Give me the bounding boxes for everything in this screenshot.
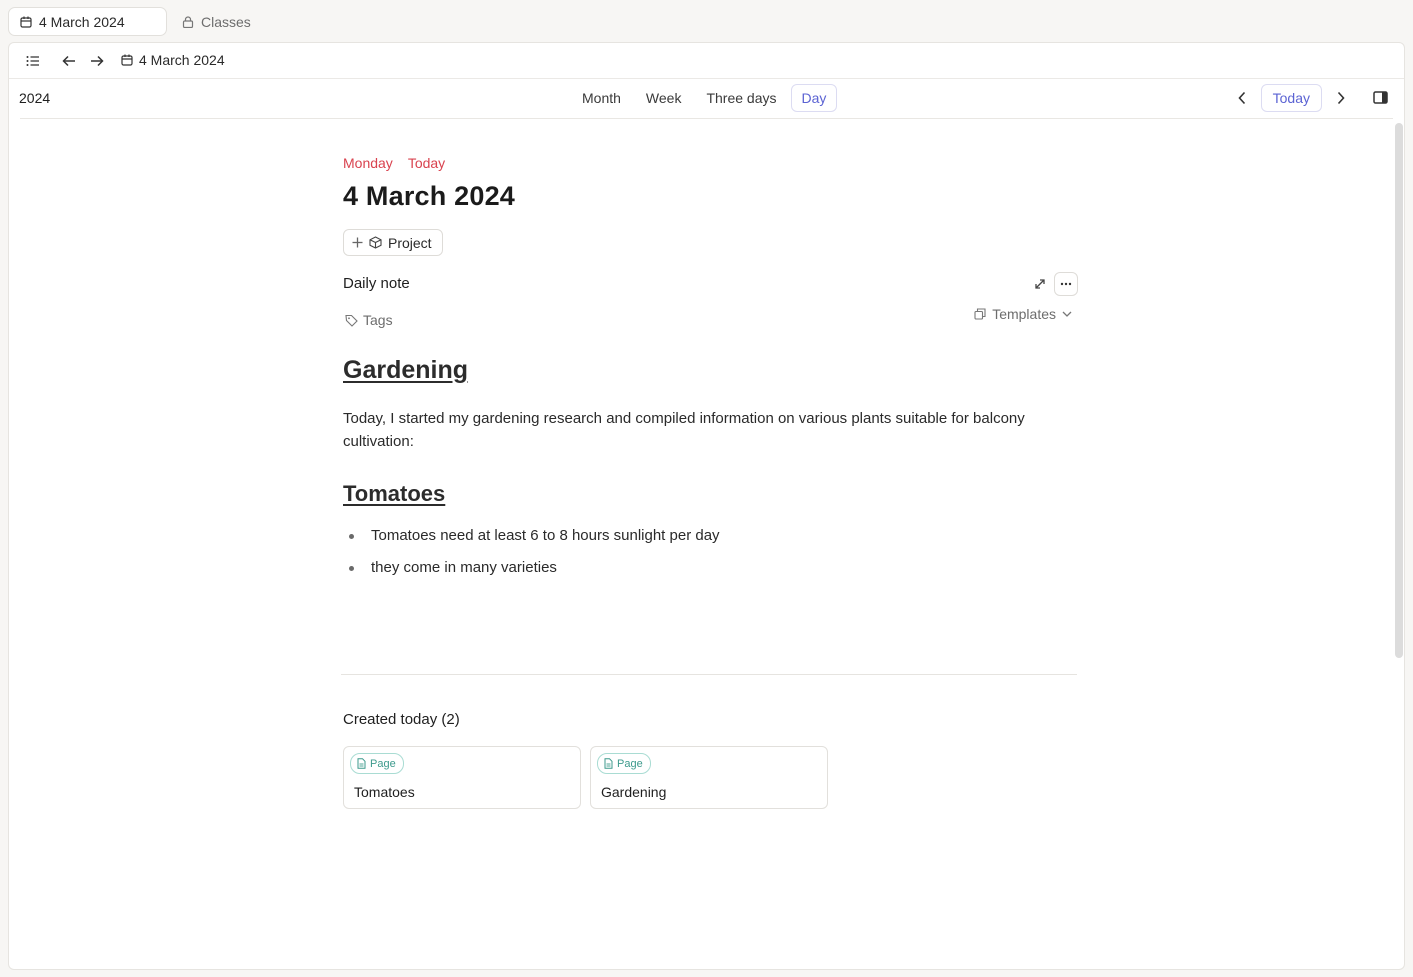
- note-paragraph[interactable]: Today, I started my gardening research a…: [343, 407, 1078, 453]
- tags-label: Tags: [363, 312, 393, 328]
- bullet-list: Tomatoes need at least 6 to 8 hours sunl…: [343, 525, 1078, 579]
- previous-day-button[interactable]: [1229, 84, 1255, 112]
- templates-label: Templates: [992, 306, 1056, 322]
- scrollbar[interactable]: [1395, 123, 1403, 658]
- chevron-right-icon: [1337, 91, 1345, 105]
- calendar-icon: [20, 16, 32, 28]
- note-title: Daily note: [343, 275, 410, 292]
- date-navigation: Today: [1229, 84, 1354, 112]
- project-label: Project: [388, 234, 432, 251]
- ellipsis-icon: [1060, 282, 1072, 286]
- expand-icon: [1034, 278, 1046, 290]
- note-header: Daily note: [343, 272, 1078, 297]
- year-label: 2024: [19, 90, 51, 106]
- tab-label: Classes: [201, 13, 251, 30]
- sidebar-icon: [1373, 91, 1388, 104]
- card-title: Tomatoes: [354, 784, 415, 800]
- templates-icon: [974, 308, 986, 320]
- today-indicator: Today: [407, 155, 446, 171]
- toolbar: 4 March 2024: [9, 43, 1404, 79]
- list-icon: [26, 55, 40, 67]
- page-icon: [357, 758, 366, 769]
- heading-gardening[interactable]: Gardening: [343, 356, 1078, 385]
- badge-label: Page: [617, 757, 643, 770]
- page-card-gardening[interactable]: Page Gardening: [590, 746, 828, 809]
- chevron-left-icon: [1238, 91, 1246, 105]
- page-icon: [604, 758, 613, 769]
- divider: [341, 674, 1077, 675]
- day-header: Monday Today: [343, 155, 1078, 171]
- today-button[interactable]: Today: [1260, 84, 1322, 112]
- more-options-button[interactable]: [1054, 272, 1078, 296]
- view-three-days-button[interactable]: Three days: [695, 84, 787, 112]
- page-badge: Page: [350, 753, 404, 774]
- list-button[interactable]: [23, 52, 43, 70]
- card-title: Gardening: [601, 784, 667, 800]
- forward-button[interactable]: [87, 52, 107, 70]
- page-card-tomatoes[interactable]: Page Tomatoes: [343, 746, 581, 809]
- tab-strip: 4 March 2024 Classes: [0, 0, 1413, 42]
- tab-classes[interactable]: Classes: [171, 7, 262, 36]
- templates-dropdown[interactable]: Templates: [974, 306, 1072, 322]
- day-content: Monday Today 4 March 2024 Project Daily …: [343, 155, 1078, 589]
- view-week-button[interactable]: Week: [635, 84, 693, 112]
- tab-label: 4 March 2024: [39, 13, 125, 30]
- list-item[interactable]: Tomatoes need at least 6 to 8 hours sunl…: [343, 525, 1078, 547]
- tags-row: Tags Templates: [343, 306, 1078, 331]
- list-item[interactable]: they come in many varieties: [343, 557, 1078, 579]
- calendar-icon: [121, 54, 133, 66]
- view-switcher: Month Week Three days Day: [571, 84, 838, 112]
- view-day-button[interactable]: Day: [790, 84, 838, 112]
- back-button[interactable]: [59, 52, 79, 70]
- weekday-label: Monday: [343, 155, 393, 171]
- chevron-down-icon: [1062, 311, 1072, 317]
- breadcrumb: 4 March 2024: [121, 52, 225, 68]
- created-today-label: Created today (2): [343, 711, 460, 728]
- arrow-left-icon: [62, 55, 76, 67]
- cube-icon: [369, 236, 382, 249]
- expand-button[interactable]: [1034, 277, 1046, 295]
- badge-label: Page: [370, 757, 396, 770]
- lock-icon: [182, 15, 194, 28]
- calendar-bar: 2024 Month Week Three days Day Today: [9, 79, 1404, 118]
- tab-4-march-2024[interactable]: 4 March 2024: [8, 7, 167, 36]
- main-panel: 4 March 2024 2024 Month Week Three days …: [8, 42, 1405, 970]
- heading-tomatoes[interactable]: Tomatoes: [343, 481, 1078, 507]
- sidebar-toggle-button[interactable]: [1373, 91, 1388, 109]
- tag-icon: [345, 314, 358, 327]
- next-day-button[interactable]: [1328, 84, 1354, 112]
- add-project-button[interactable]: Project: [343, 229, 443, 256]
- created-today-cards: Page Tomatoes Page Gardening: [343, 746, 828, 809]
- page-badge: Page: [597, 753, 651, 774]
- view-month-button[interactable]: Month: [571, 84, 632, 112]
- arrow-right-icon: [90, 55, 104, 67]
- breadcrumb-title: 4 March 2024: [139, 52, 225, 68]
- page-title: 4 March 2024: [343, 181, 516, 211]
- divider: [20, 118, 1393, 119]
- tags-button[interactable]: Tags: [345, 312, 393, 328]
- plus-icon: [352, 237, 363, 248]
